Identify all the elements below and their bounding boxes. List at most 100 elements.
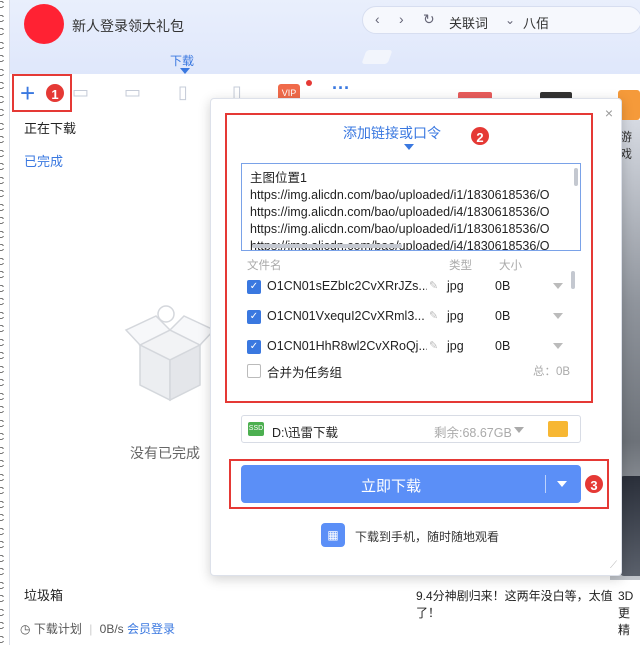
chevron-down-icon[interactable]: ⌄ xyxy=(505,13,515,27)
video-caption-2[interactable]: 3D 更精 xyxy=(618,588,640,639)
member-login-link[interactable]: 会员登录 xyxy=(127,622,175,636)
file-checkbox[interactable]: ✓ xyxy=(247,310,261,324)
file-type: jpg xyxy=(447,309,464,323)
link-line: https://img.alicdn.com/bao/uploaded/i1/1… xyxy=(250,188,550,202)
link-line: 主图位置1 xyxy=(250,171,307,185)
merge-checkbox[interactable] xyxy=(247,364,261,378)
edge-glyph: C xyxy=(0,243,4,254)
chevron-down-icon[interactable] xyxy=(514,427,524,433)
sidebar-item-completed[interactable]: 已完成 xyxy=(24,151,63,170)
edge-glyph: C xyxy=(0,540,4,551)
edge-glyph: C xyxy=(0,324,4,335)
edge-glyph: C xyxy=(0,527,4,538)
annotation-badge-3: 3 xyxy=(583,473,605,495)
related-words-link[interactable]: 关联词 xyxy=(449,13,488,32)
browser-address-bar[interactable]: ‹ › ↻ 关联词 ⌄ 八佰 xyxy=(362,6,640,34)
file-checkbox[interactable]: ✓ xyxy=(247,340,261,354)
edge-glyph: C xyxy=(0,338,4,349)
folder-icon[interactable] xyxy=(548,421,568,437)
ssd-icon: SSD xyxy=(248,422,264,436)
download-button-label: 立即下载 xyxy=(360,478,421,495)
file-type: jpg xyxy=(447,339,464,353)
resize-handle-icon[interactable]: ⟋ xyxy=(610,560,617,571)
download-to-phone-link[interactable]: 下载到手机，随时随地观看 xyxy=(355,528,499,545)
refresh-icon[interactable]: ↻ xyxy=(423,11,435,28)
search-keyword[interactable]: 八佰 xyxy=(523,13,549,32)
edge-glyph: C xyxy=(0,14,4,25)
download-now-button[interactable]: 立即下载 xyxy=(241,465,581,503)
free-space: 剩余:68.67GB xyxy=(434,426,512,440)
edge-glyph: C xyxy=(0,365,4,376)
edge-glyph: C xyxy=(0,392,4,403)
file-icon[interactable]: ▭ xyxy=(72,82,89,103)
edit-icon[interactable]: ✎ xyxy=(429,279,438,292)
sidebar-item-downloading[interactable]: 正在下载 xyxy=(24,118,76,137)
save-path-select[interactable]: SSD D:\迅雷下载 剩余:68.67GB xyxy=(241,415,581,443)
tab-download[interactable]: 下载 xyxy=(170,52,194,69)
file-checkbox[interactable]: ✓ xyxy=(247,280,261,294)
edge-glyph: C xyxy=(0,446,4,457)
edge-glyph: C xyxy=(0,0,4,11)
edge-glyph: C xyxy=(0,162,4,173)
chevron-left-icon[interactable]: ‹ xyxy=(375,11,380,27)
speed-readout: 0B/s xyxy=(99,622,124,636)
chevron-right-icon[interactable]: › xyxy=(399,11,404,27)
edge-glyph: C xyxy=(0,230,4,241)
edge-glyph: C xyxy=(0,176,4,187)
file-size: 0B xyxy=(495,339,511,353)
sidebar-item-trash[interactable]: 垃圾箱 xyxy=(24,585,63,604)
trash-icon[interactable]: ▯ xyxy=(178,82,188,103)
tab-add-link[interactable]: 添加链接或口令 xyxy=(343,123,441,143)
folder-icon[interactable]: ▭ xyxy=(124,82,141,103)
video-caption-1[interactable]: 9.4分神剧归来！这两年没白等，太值了！ xyxy=(416,588,616,622)
edge-glyph: C xyxy=(0,284,4,295)
file-name: O1CN01VxequI2CvXRml3... xyxy=(267,309,425,323)
edit-icon[interactable]: ✎ xyxy=(429,309,438,322)
game-label[interactable]: 游戏 xyxy=(620,128,640,162)
horizontal-scrollbar[interactable] xyxy=(252,244,402,248)
close-icon[interactable]: × xyxy=(605,105,613,121)
edge-glyph: C xyxy=(0,554,4,565)
merge-label[interactable]: 合并为任务组 xyxy=(267,362,342,381)
edit-icon[interactable]: ✎ xyxy=(429,339,438,352)
link-line: https://img.alicdn.com/bao/uploaded/i4/1… xyxy=(250,205,550,219)
promo-text[interactable]: 新人登录领大礼包 xyxy=(72,16,184,36)
annotation-badge-2: 2 xyxy=(469,125,491,147)
tab-indicator xyxy=(404,144,414,150)
edge-glyph: C xyxy=(0,257,4,268)
app-window: 新人登录领大礼包 ‹ › ↻ 关联词 ⌄ 八佰 下载 + 1 ▭ ▭ ▯ ▯ V… xyxy=(10,0,640,645)
edge-glyph: C xyxy=(0,81,4,92)
edge-glyph: C xyxy=(0,95,4,106)
chevron-down-icon[interactable] xyxy=(557,481,567,487)
qr-code-icon[interactable]: ▦ xyxy=(321,523,345,547)
thumbnail-3d[interactable] xyxy=(620,476,640,576)
more-icon[interactable]: ··· xyxy=(332,78,350,99)
avatar[interactable] xyxy=(24,4,64,44)
link-textarea[interactable]: 主图位置1 https://img.alicdn.com/bao/uploade… xyxy=(241,163,581,251)
header-type: 类型 xyxy=(449,260,472,272)
add-task-button[interactable]: + 1 xyxy=(12,74,72,112)
vertical-scrollbar[interactable] xyxy=(574,168,578,186)
edge-glyph: C xyxy=(0,635,4,645)
edge-glyph: C xyxy=(0,486,4,497)
chevron-down-icon[interactable] xyxy=(553,343,563,349)
empty-box-icon xyxy=(124,305,216,402)
edge-glyph: C xyxy=(0,203,4,214)
edge-glyph: C xyxy=(0,581,4,592)
edge-glyph: C xyxy=(0,378,4,389)
chevron-down-icon[interactable] xyxy=(553,313,563,319)
tab-new[interactable] xyxy=(361,50,393,64)
file-row[interactable]: ✓ O1CN01sEZbIc2CvXRrJZs... ✎ jpg 0B xyxy=(247,277,577,297)
file-row[interactable]: ✓ O1CN01HhR8wl2CvXRoQj... ✎ jpg 0B xyxy=(247,337,577,357)
edge-glyph: C xyxy=(0,54,4,65)
download-plan-link[interactable]: 下载计划 xyxy=(34,622,82,636)
total-size: 总：0B xyxy=(533,366,571,378)
title-bar: 新人登录领大礼包 ‹ › ↻ 关联词 ⌄ 八佰 下载 xyxy=(10,0,640,74)
edge-glyph: C xyxy=(0,432,4,443)
edge-glyph: C xyxy=(0,500,4,511)
edge-glyph: C xyxy=(0,149,4,160)
header-name: 文件名 xyxy=(247,260,282,272)
chevron-down-icon[interactable] xyxy=(553,283,563,289)
edge-glyph: C xyxy=(0,405,4,416)
file-row[interactable]: ✓ O1CN01VxequI2CvXRml3... ✎ jpg 0B xyxy=(247,307,577,327)
